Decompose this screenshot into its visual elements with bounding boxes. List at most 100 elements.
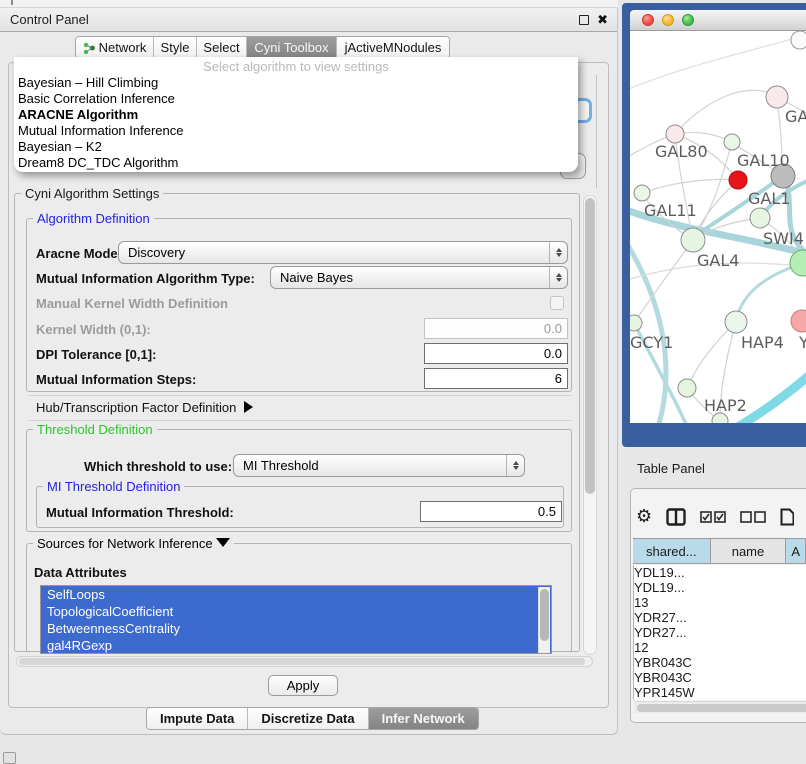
close-traffic-light-icon[interactable] (642, 14, 654, 26)
table-cell[interactable]: YDL19... (634, 580, 711, 595)
table-cell[interactable]: YPR145W (634, 685, 713, 700)
network-node[interactable] (791, 310, 806, 332)
column-header[interactable]: A (786, 539, 806, 563)
table-cell[interactable]: YDR27... (634, 610, 713, 625)
kernel-width-label: Kernel Width (0,1): (36, 322, 151, 337)
table-cell[interactable]: 13 (634, 595, 654, 610)
settings-horizontal-scrollbar[interactable] (16, 656, 593, 667)
algorithm-dropdown-popup: Select algorithm to view settings Bayesi… (14, 57, 578, 172)
table-cell[interactable]: YBR043C (634, 655, 713, 670)
aracne-mode-combobox[interactable]: Discovery (118, 241, 568, 264)
zoom-traffic-light-icon[interactable] (682, 14, 694, 26)
mi-threshold-definition-title: MI Threshold Definition (43, 479, 184, 494)
network-node[interactable] (681, 228, 705, 252)
settings-vertical-scrollbar[interactable] (583, 195, 597, 655)
tab-cyni-toolbox[interactable]: Cyni Toolbox (246, 37, 336, 58)
close-icon[interactable]: ✖ (597, 11, 608, 29)
tab-infer-network[interactable]: Infer Network (368, 708, 478, 729)
network-edge[interactable] (687, 322, 736, 388)
network-canvas[interactable]: GALGAL80GAL10GAL1GAL11SWI4GAL4GCY1HAP4YH… (630, 31, 806, 423)
table-cell[interactable]: YBR043C (634, 670, 711, 685)
table-toolbar: ⚙ (636, 500, 806, 534)
obscured-groupbox-border (596, 75, 597, 188)
network-edge[interactable] (675, 90, 777, 134)
mi-steps-input[interactable]: 6 (424, 368, 568, 389)
scrollbar-thumb[interactable] (19, 658, 585, 665)
network-node[interactable] (766, 86, 788, 108)
tab-style[interactable]: Style (153, 37, 196, 58)
column-header[interactable]: name (711, 539, 787, 563)
table-row[interactable]: YDL19...YDL19...13 (634, 565, 806, 610)
tab-jactivemnodules[interactable]: jActiveMNodules (336, 37, 449, 58)
which-threshold-combobox[interactable]: MI Threshold (233, 454, 525, 477)
gear-icon[interactable]: ⚙ (636, 507, 652, 527)
table-cell[interactable]: 12 (634, 640, 654, 655)
dpi-tolerance-input[interactable]: 0.0 (424, 343, 568, 364)
collapsed-panel-icon[interactable] (3, 752, 16, 764)
dpi-tolerance-label: DPI Tolerance [0,1]: (36, 347, 156, 362)
scrollbar-thumb[interactable] (637, 704, 806, 712)
data-attribute-item[interactable]: gal4RGexp (41, 637, 551, 654)
minimize-traffic-light-icon[interactable] (662, 14, 674, 26)
node-label: SWI4 (763, 229, 804, 248)
sources-title[interactable]: Sources for Network Inference (33, 536, 234, 551)
table-horizontal-scrollbar[interactable] (634, 701, 806, 713)
table-row[interactable]: YDR27...YDR27...12 (634, 610, 806, 655)
mi-algorithm-type-label: Mutual Information Algorithm Type: (36, 271, 255, 286)
hub-definition-toggle[interactable]: Hub/Transcription Factor Definition (36, 400, 253, 415)
mi-algorithm-type-combobox[interactable]: Naive Bayes (270, 266, 568, 289)
algorithm-option[interactable]: Bayesian – Hill Climbing (14, 75, 578, 91)
mi-threshold-label: Mutual Information Threshold: (46, 505, 234, 520)
network-node[interactable] (630, 315, 642, 331)
network-node[interactable] (666, 125, 684, 143)
network-node[interactable] (725, 311, 747, 333)
network-edge[interactable] (634, 240, 693, 323)
data-attributes-listbox: SelfLoopsTopologicalCoefficientBetweenne… (40, 585, 552, 654)
kernel-width-input[interactable]: 0.0 (424, 318, 568, 339)
network-node[interactable] (750, 208, 770, 228)
select-all-checkboxes-icon[interactable] (700, 511, 726, 523)
expanded-arrow-icon[interactable] (216, 538, 230, 547)
network-node[interactable] (729, 171, 747, 189)
network-node[interactable] (790, 250, 806, 276)
sources-title-label: Sources for Network Inference (37, 536, 213, 551)
scrollbar-thumb[interactable] (540, 589, 549, 641)
data-attribute-item[interactable]: TopologicalCoefficient (41, 603, 551, 620)
algorithm-option[interactable]: Basic Correlation Inference (14, 91, 578, 107)
network-edge[interactable] (630, 39, 792, 91)
tab-network[interactable]: Network (76, 37, 153, 58)
mi-steps-label: Mutual Information Steps: (36, 372, 196, 387)
data-attribute-item[interactable]: SelfLoops (41, 586, 551, 603)
top-strip (0, 0, 618, 8)
list-vertical-scrollbar[interactable] (538, 587, 550, 653)
network-edge[interactable] (642, 179, 738, 193)
algorithm-option[interactable]: ARACNE Algorithm (14, 107, 578, 123)
collapsed-arrow-icon[interactable] (244, 401, 253, 413)
network-node[interactable] (791, 31, 806, 49)
tab-impute-data[interactable]: Impute Data (147, 708, 247, 729)
mi-threshold-input[interactable]: 0.5 (420, 501, 562, 522)
network-node[interactable] (724, 134, 740, 150)
table-cell[interactable]: YDR27... (634, 625, 711, 640)
scrollbar-thumb[interactable] (585, 198, 595, 494)
table-row[interactable]: YPR145WYPR145W9. (634, 685, 806, 700)
algorithm-option[interactable]: Mutual Information Inference (14, 123, 578, 139)
network-node[interactable] (678, 379, 696, 397)
float-window-icon[interactable] (579, 15, 589, 25)
columns-icon[interactable] (666, 508, 686, 526)
tab-discretize-data[interactable]: Discretize Data (247, 708, 367, 729)
table-row[interactable]: YBR043CYBR043C (634, 655, 806, 685)
algorithm-option[interactable]: Dream8 DC_TDC Algorithm (14, 155, 578, 171)
tab-select[interactable]: Select (196, 37, 246, 58)
divider (28, 420, 572, 421)
control-panel-title: Control Panel (10, 8, 89, 32)
column-header[interactable]: shared... (633, 539, 711, 563)
network-node[interactable] (634, 185, 650, 201)
deselect-all-checkboxes-icon[interactable] (740, 511, 766, 523)
manual-kernel-width-checkbox[interactable] (550, 296, 564, 310)
document-icon[interactable] (780, 508, 794, 526)
apply-button[interactable]: Apply (268, 675, 338, 696)
algorithm-option[interactable]: Bayesian – K2 (14, 139, 578, 155)
table-cell[interactable]: YDL19... (634, 565, 713, 580)
data-attribute-item[interactable]: BetweennessCentrality (41, 620, 551, 637)
